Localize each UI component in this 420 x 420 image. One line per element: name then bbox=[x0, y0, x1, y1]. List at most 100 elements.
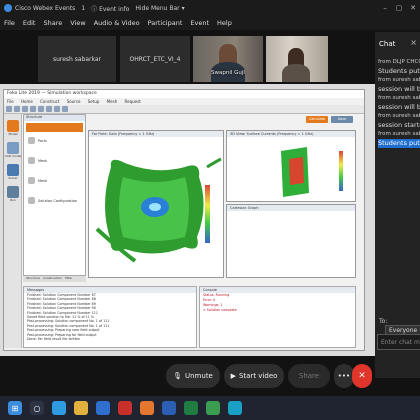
colour-scale bbox=[339, 151, 343, 191]
toolbar-icon bbox=[38, 106, 44, 112]
excel-icon[interactable] bbox=[184, 401, 198, 415]
structure-item: Mesh bbox=[28, 177, 83, 184]
item-icon bbox=[28, 197, 35, 204]
structure-item-label: Solution Configuration bbox=[38, 198, 78, 203]
event-info-button[interactable]: ⓘ Event info bbox=[91, 4, 129, 13]
save-button: Save bbox=[331, 116, 353, 123]
far-field-view: Far Field: Gain (Frequency = 1 GHz) bbox=[88, 130, 224, 278]
shared-app-menu: File Home Construct Source Setup Mesh Re… bbox=[4, 98, 364, 105]
participant-name: Swapnil Gujl bbox=[211, 70, 245, 76]
mail-icon[interactable] bbox=[96, 401, 110, 415]
chat-sender: from DLJP CHCO bbox=[378, 59, 420, 65]
shared-app-title: Feko Lite 2019 — Simulation workspace bbox=[4, 90, 364, 98]
more-options-button[interactable]: ••• bbox=[334, 364, 354, 388]
structure-header: Structure bbox=[24, 115, 85, 121]
hide-menu-bar-label: Hide Menu Bar bbox=[135, 4, 180, 12]
console-output: Console Status: Running Error: 0 Warning… bbox=[199, 286, 356, 348]
minimize-button[interactable]: – bbox=[378, 4, 392, 12]
edge-browser-icon[interactable] bbox=[52, 401, 66, 415]
view-title: Cartesian Graph bbox=[227, 205, 355, 211]
patch-hotspot bbox=[289, 157, 304, 185]
share-button[interactable]: Share bbox=[288, 364, 330, 388]
radiation-core-highlight bbox=[149, 203, 161, 211]
chat-close-button[interactable]: × bbox=[410, 38, 417, 47]
structure-item: Ports bbox=[28, 137, 83, 144]
app-menu-item: File bbox=[7, 99, 14, 104]
share-label: Share bbox=[298, 372, 320, 380]
menu-view[interactable]: View bbox=[70, 19, 85, 27]
webex-logo-icon bbox=[4, 4, 12, 12]
close-window-button[interactable]: ✕ bbox=[406, 4, 420, 12]
microphone-muted-icon: 🎙 bbox=[173, 372, 182, 380]
search-icon[interactable]: ○ bbox=[30, 401, 44, 415]
solver-icon bbox=[7, 164, 19, 176]
maximize-button[interactable]: ▢ bbox=[392, 4, 406, 12]
app-menu-item: Setup bbox=[87, 99, 100, 104]
app-menu-item: Request bbox=[124, 99, 141, 104]
toolbar-icon bbox=[30, 106, 36, 112]
menu-edit[interactable]: Edit bbox=[23, 19, 36, 27]
structure-panel: Structure Ports Mesh Mesh Solution Confi… bbox=[23, 114, 86, 276]
menu-share[interactable]: Share bbox=[43, 19, 62, 27]
structure-item-label: Mesh bbox=[38, 178, 48, 183]
participant-video-tile[interactable]: Swapnil Gujl bbox=[193, 36, 263, 82]
run-icon bbox=[7, 186, 19, 198]
title-bar: Cisco Webex Events 1 ⓘ Event info Hide M… bbox=[0, 0, 420, 16]
chat-sender: from suresh sabar bbox=[378, 95, 420, 101]
hide-menu-bar-button[interactable]: Hide Menu Bar ▾ bbox=[135, 5, 184, 12]
side-icon-label: Solver bbox=[8, 176, 18, 180]
chat-message-selected[interactable]: Students put yo bbox=[378, 139, 420, 148]
chat-panel: Chat × from DLJP CHCO Students put yo fr… bbox=[375, 32, 420, 378]
menu-file[interactable]: File bbox=[4, 19, 15, 27]
app-menu-item: Source bbox=[66, 99, 81, 104]
person-head bbox=[219, 44, 237, 64]
chat-sender: from suresh sabar bbox=[378, 113, 420, 119]
shared-app-side-icons: Model CAD model Solver Run bbox=[4, 114, 22, 348]
unmute-label: Unmute bbox=[185, 372, 213, 380]
toolbar-icon bbox=[46, 106, 52, 112]
chat-input[interactable]: Enter chat me bbox=[377, 334, 420, 350]
app-name: Cisco Webex Events bbox=[15, 4, 76, 12]
menu-event[interactable]: Event bbox=[190, 19, 209, 27]
chrome-icon[interactable] bbox=[206, 401, 220, 415]
colour-scale bbox=[205, 185, 210, 243]
surface-current-plot bbox=[281, 147, 343, 197]
start-video-label: Start video bbox=[238, 372, 278, 380]
app-menu-item: Construct bbox=[40, 99, 60, 104]
item-icon bbox=[28, 177, 35, 184]
participant-video-tile[interactable] bbox=[266, 36, 328, 82]
leave-meeting-button[interactable]: ✕ bbox=[352, 364, 372, 388]
participant-tile[interactable]: suresh sabarkar bbox=[38, 36, 116, 82]
side-icon-label: Run bbox=[10, 198, 16, 202]
firefox-icon[interactable] bbox=[140, 401, 154, 415]
chat-sender: from suresh sabar bbox=[378, 131, 420, 137]
participant-tile[interactable]: OHRCT_ETC_VI_4 bbox=[120, 36, 190, 82]
chat-message: session will be bbox=[378, 85, 420, 93]
item-icon bbox=[28, 157, 35, 164]
window-controls: – ▢ ✕ bbox=[378, 4, 420, 12]
log-line: Done: Far field result file written bbox=[27, 336, 81, 341]
webex-taskbar-icon[interactable] bbox=[228, 401, 242, 415]
person-body bbox=[282, 64, 310, 82]
unmute-button[interactable]: 🎙 Unmute bbox=[166, 364, 220, 388]
windows-start-icon[interactable]: ⊞ bbox=[8, 401, 22, 415]
app-menu-item: Home bbox=[20, 99, 33, 104]
start-video-button[interactable]: ▶ Start video bbox=[224, 364, 284, 388]
menu-audio-video[interactable]: Audio & Video bbox=[94, 19, 140, 27]
file-explorer-icon[interactable] bbox=[74, 401, 88, 415]
chat-message: Students put yo bbox=[378, 67, 420, 75]
far-field-plot bbox=[95, 157, 222, 263]
side-icon-label: CAD model bbox=[4, 154, 22, 158]
word-icon[interactable] bbox=[162, 401, 176, 415]
chat-sender: from suresh sabar bbox=[378, 77, 420, 83]
menu-help[interactable]: Help bbox=[217, 19, 232, 27]
notification-count[interactable]: 1 bbox=[81, 5, 85, 12]
menu-participant[interactable]: Participant bbox=[148, 19, 183, 27]
toolbar-icon bbox=[54, 106, 60, 112]
surface-current-view: 3D View: Surface Currents (Frequency = 1… bbox=[226, 130, 356, 202]
acrobat-icon[interactable] bbox=[118, 401, 132, 415]
chat-to-label: To: bbox=[379, 318, 388, 325]
radiation-fin bbox=[206, 157, 222, 169]
structure-item-label: Mesh bbox=[38, 158, 48, 163]
toolbar-icon bbox=[6, 106, 12, 112]
